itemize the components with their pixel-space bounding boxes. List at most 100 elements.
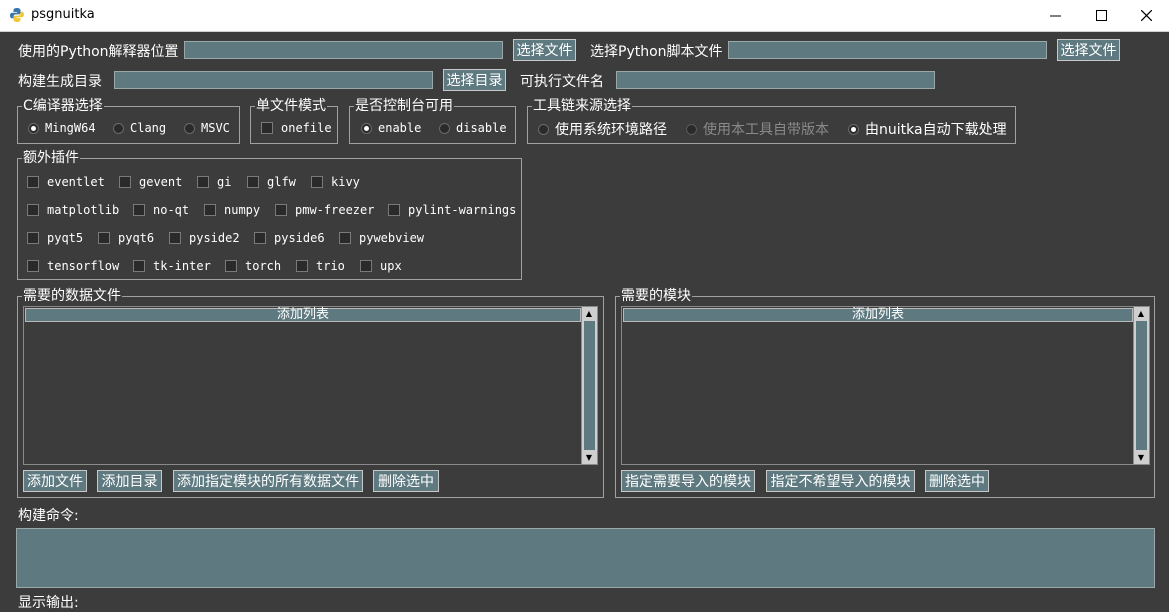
plugin-checkbox-torch[interactable]: torch (225, 259, 281, 273)
close-button[interactable] (1123, 0, 1169, 31)
checkbox-icon (133, 204, 145, 216)
data-files-legend: 需要的数据文件 (22, 287, 122, 305)
option-label: tensorflow (47, 259, 120, 273)
option-label: 由nuitka自动下载处理 (865, 122, 1007, 138)
onefile-checkbox[interactable]: onefile (261, 121, 332, 135)
data-files-list-header[interactable]: 添加列表 (25, 308, 581, 322)
toolchain-legend: 工具链来源选择 (532, 97, 632, 115)
option-label: MingW64 (45, 121, 96, 135)
exclude-modules-button[interactable]: 指定不希望导入的模块 (766, 470, 915, 492)
radio-icon (439, 122, 450, 134)
checkbox-icon (27, 232, 39, 244)
option-label: numpy (224, 203, 261, 217)
toolchain-frame: 工具链来源选择 使用系统环境路径 使用本工具自带版本 由nuitka自动下载处理 (527, 97, 1016, 144)
option-label: enable (378, 121, 422, 135)
checkbox-icon (247, 176, 259, 188)
interpreter-path-input[interactable] (184, 41, 503, 59)
radio-selected-icon (848, 123, 859, 135)
build-command-label: 构建命令: (18, 508, 79, 524)
scrollbar-trough[interactable] (1136, 321, 1147, 450)
data-files-frame: 需要的数据文件 添加列表 ▲ ▼ 添加文件 添加目录 添加指定模块的所有数据文件… (17, 287, 604, 498)
modules-scrollbar[interactable]: ▲ ▼ (1133, 307, 1149, 464)
plugin-checkbox-upx[interactable]: upx (360, 259, 402, 273)
checkbox-icon (197, 176, 209, 188)
scroll-up-arrow-icon[interactable]: ▲ (582, 307, 596, 320)
plugin-checkbox-gevent[interactable]: gevent (119, 175, 182, 189)
plugin-checkbox-pylint-warnings[interactable]: pylint-warnings (388, 203, 516, 217)
checkbox-icon (27, 176, 39, 188)
option-label: disable (456, 121, 507, 135)
plugin-checkbox-numpy[interactable]: numpy (204, 203, 260, 217)
plugin-checkbox-kivy[interactable]: kivy (311, 175, 360, 189)
include-modules-button[interactable]: 指定需要导入的模块 (621, 470, 755, 492)
checkbox-icon (311, 176, 323, 188)
radio-selected-icon (361, 122, 372, 134)
toolchain-option-auto[interactable]: 由nuitka自动下载处理 (848, 119, 1007, 139)
minimize-icon (1049, 15, 1061, 17)
window-title: psgnuitka (31, 7, 95, 22)
plugins-legend: 额外插件 (22, 149, 80, 167)
select-script-button[interactable]: 选择文件 (1057, 39, 1120, 61)
toolchain-option-system[interactable]: 使用系统环境路径 (538, 119, 667, 139)
data-files-scrollbar[interactable]: ▲ ▼ (581, 307, 597, 464)
plugin-checkbox-pyqt6[interactable]: pyqt6 (98, 231, 154, 245)
plugin-checkbox-matplotlib[interactable]: matplotlib (27, 203, 119, 217)
add-module-data-files-button[interactable]: 添加指定模块的所有数据文件 (173, 470, 363, 492)
delete-selected-files-button[interactable]: 删除选中 (373, 470, 439, 492)
console-frame: 是否控制台可用 enable disable (349, 97, 516, 144)
checkbox-icon (169, 232, 181, 244)
modules-list-header[interactable]: 添加列表 (623, 308, 1133, 322)
plugin-checkbox-gi[interactable]: gi (197, 175, 231, 189)
option-label: pylint-warnings (408, 203, 517, 217)
plugin-checkbox-pywebview[interactable]: pywebview (339, 231, 424, 245)
maximize-icon (1095, 10, 1107, 21)
select-interpreter-button[interactable]: 选择文件 (513, 39, 576, 61)
plugin-checkbox-tensorflow[interactable]: tensorflow (27, 259, 119, 273)
modules-listbox[interactable]: 添加列表 ▲ ▼ (621, 306, 1150, 465)
close-icon (1140, 10, 1152, 21)
compiler-option-clang[interactable]: Clang (113, 121, 166, 135)
scroll-down-arrow-icon[interactable]: ▼ (582, 451, 596, 464)
plugin-checkbox-pyside2[interactable]: pyside2 (169, 231, 240, 245)
plugin-checkbox-pmw-freezer[interactable]: pmw-freezer (275, 203, 374, 217)
python-logo-icon (10, 8, 24, 22)
build-command-textarea[interactable] (16, 528, 1155, 588)
plugin-checkbox-pyqt5[interactable]: pyqt5 (27, 231, 83, 245)
output-dir-label: 构建生成目录 (18, 74, 102, 90)
option-label: pyside6 (274, 231, 325, 245)
option-label: tk-inter (153, 259, 211, 273)
single-file-frame: 单文件模式 onefile (250, 97, 338, 144)
add-directory-button[interactable]: 添加目录 (97, 470, 162, 492)
plugin-checkbox-no-qt[interactable]: no-qt (133, 203, 189, 217)
option-label: eventlet (47, 175, 105, 189)
maximize-button[interactable] (1078, 0, 1124, 31)
radio-selected-icon (28, 122, 39, 134)
script-file-label: 选择Python脚本文件 (590, 44, 723, 60)
plugin-checkbox-trio[interactable]: trio (296, 259, 345, 273)
option-label: pyqt5 (47, 231, 84, 245)
data-files-listbox[interactable]: 添加列表 ▲ ▼ (23, 306, 598, 465)
exe-name-input[interactable] (616, 71, 935, 89)
plugin-checkbox-glfw[interactable]: glfw (247, 175, 296, 189)
checkbox-icon (98, 232, 110, 244)
console-option-enable[interactable]: enable (361, 121, 421, 135)
plugin-checkbox-pyside6[interactable]: pyside6 (254, 231, 325, 245)
option-label: 使用系统环境路径 (555, 122, 667, 138)
scroll-up-arrow-icon[interactable]: ▲ (1134, 307, 1148, 320)
select-output-dir-button[interactable]: 选择目录 (443, 69, 506, 91)
delete-selected-modules-button[interactable]: 删除选中 (925, 470, 989, 492)
add-file-button[interactable]: 添加文件 (23, 470, 87, 492)
compiler-option-mingw64[interactable]: MingW64 (28, 121, 96, 135)
plugin-checkbox-eventlet[interactable]: eventlet (27, 175, 105, 189)
scroll-down-arrow-icon[interactable]: ▼ (1134, 451, 1148, 464)
output-label: 显示输出: (18, 595, 79, 611)
checkbox-icon (360, 260, 372, 272)
script-path-input[interactable] (728, 41, 1047, 59)
console-option-disable[interactable]: disable (439, 121, 507, 135)
plugin-checkbox-tk-inter[interactable]: tk-inter (133, 259, 211, 273)
compiler-option-msvc[interactable]: MSVC (184, 121, 230, 135)
scrollbar-trough[interactable] (584, 321, 595, 450)
modules-frame: 需要的模块 添加列表 ▲ ▼ 指定需要导入的模块 指定不希望导入的模块 删除选中 (615, 287, 1155, 498)
minimize-button[interactable] (1032, 0, 1078, 31)
output-dir-input[interactable] (114, 71, 433, 89)
